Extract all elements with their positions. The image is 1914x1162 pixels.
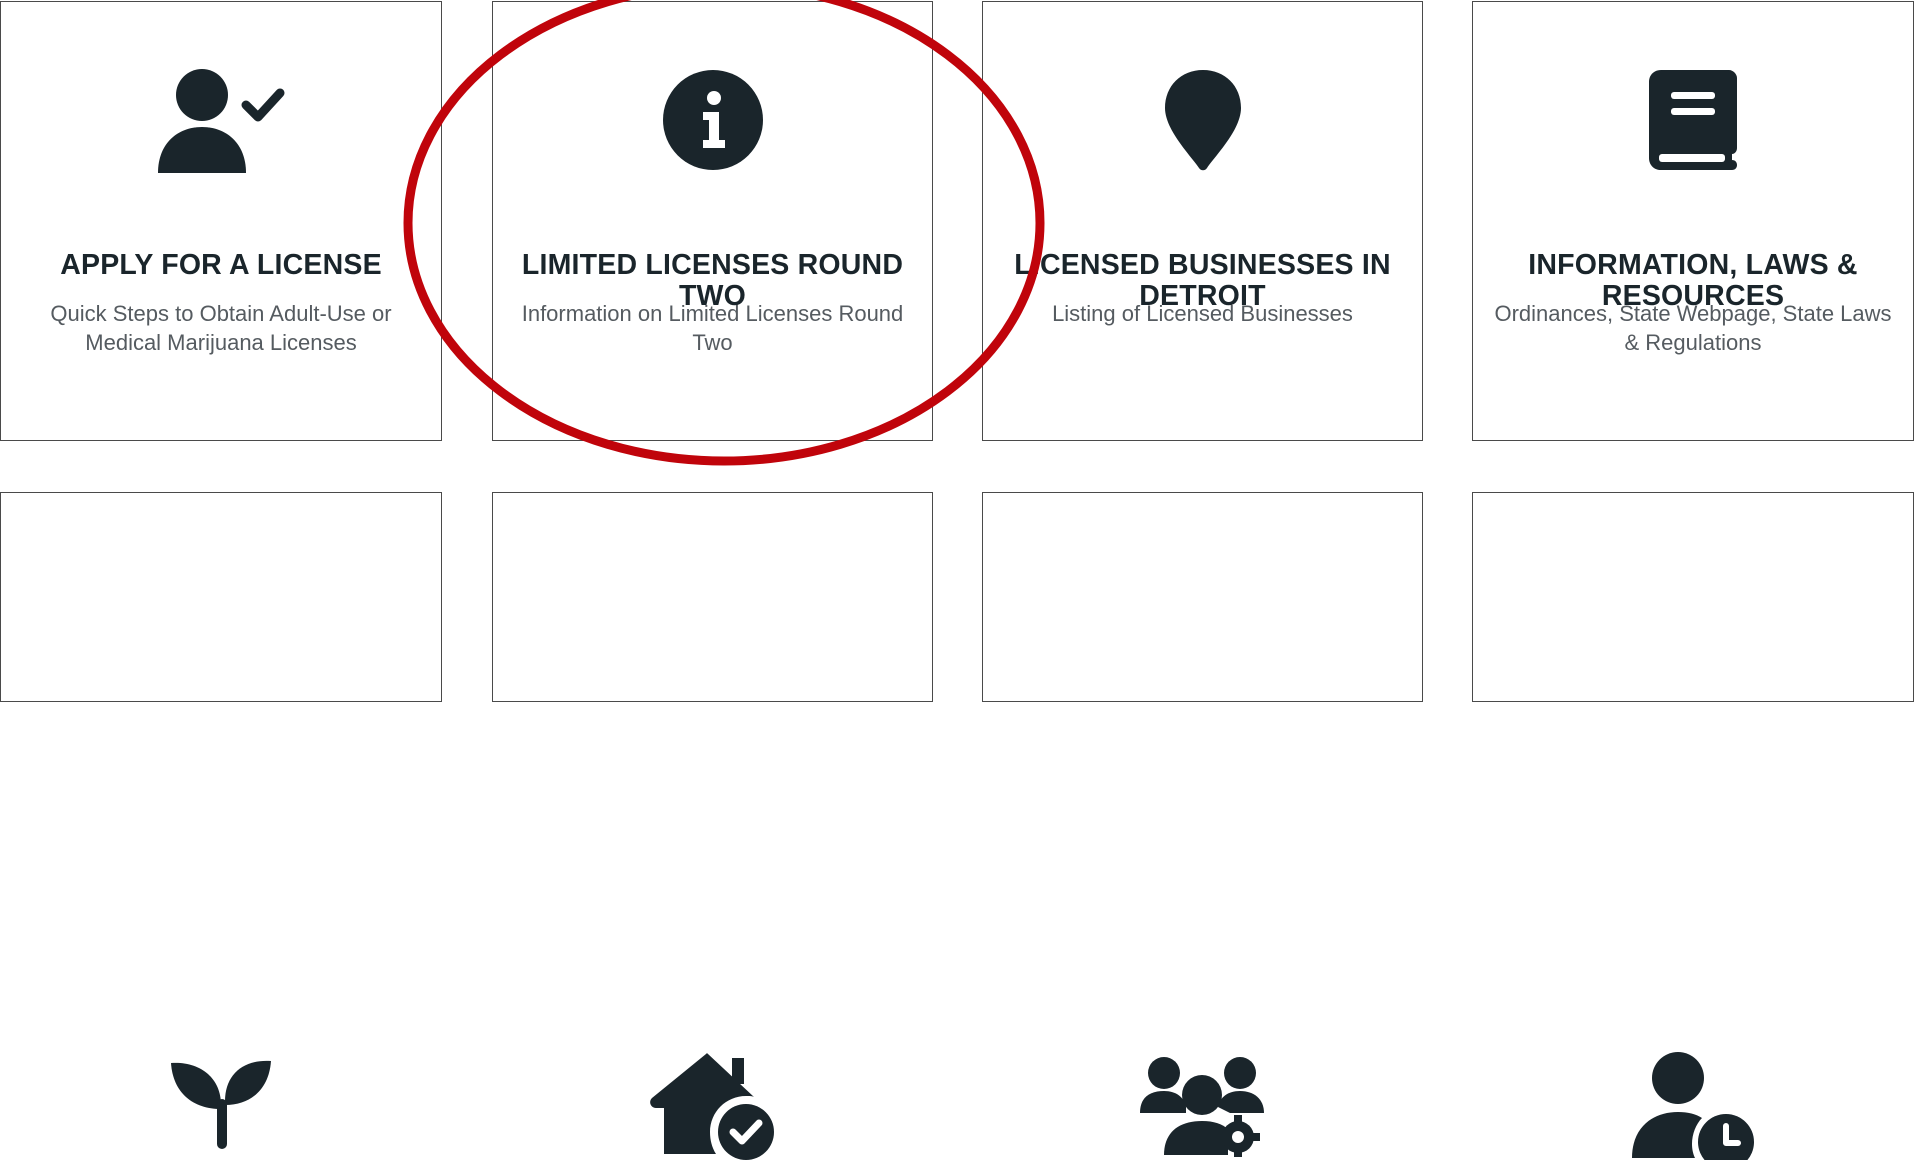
card-description: Quick Steps to Obtain Adult-Use or Medic… [50,301,392,355]
card-description: Information on Limited Licenses Round Tw… [521,301,904,355]
card-description: Listing of Licensed Businesses [1052,301,1353,326]
house-check-icon [493,1047,932,1162]
users-gear-icon [983,1047,1422,1162]
card-users-gear[interactable] [982,492,1423,1157]
card-house-check[interactable] [492,492,933,1160]
user-check-icon [1,62,441,177]
info-circle-icon [493,62,932,177]
card-licensed-businesses-detroit[interactable]: LICENSED BUSINESSES IN DETROIT Listing o… [982,1,1423,441]
book-icon [1473,62,1913,177]
card-description: Ordinances, State Webpage, State Laws & … [1494,301,1892,355]
seedling-icon [1,1047,441,1162]
card-information-laws-resources[interactable]: INFORMATION, LAWS & RESOURCES Ordinances… [1472,1,1914,441]
card-limited-licenses-round-two[interactable]: LIMITED LICENSES ROUND TWO Information o… [492,1,933,441]
card-user-clock[interactable] [1472,492,1914,1160]
card-cultivation[interactable] [0,492,442,1149]
user-clock-icon [1473,1047,1913,1162]
card-title: APPLY FOR A LICENSE [60,249,382,281]
card-apply-for-license[interactable]: APPLY FOR A LICENSE Quick Steps to Obtai… [0,1,442,441]
map-pin-icon [983,62,1422,177]
